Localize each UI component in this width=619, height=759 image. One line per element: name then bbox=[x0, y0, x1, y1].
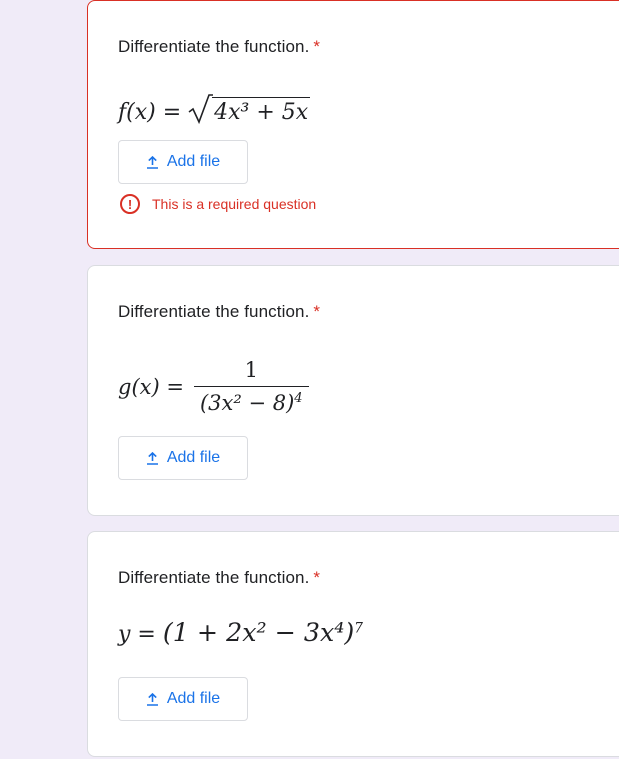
upload-icon bbox=[146, 692, 158, 706]
math-formula: f(x) = 4x³ + 5x bbox=[118, 93, 311, 125]
fraction-numerator: 1 bbox=[244, 358, 258, 382]
upload-icon bbox=[146, 155, 158, 169]
required-asterisk: * bbox=[313, 37, 321, 56]
add-file-label: Add file bbox=[166, 153, 221, 170]
question-card-2: Differentiate the function. * g(x) = 1 (3… bbox=[87, 265, 619, 516]
upload-icon bbox=[146, 451, 158, 465]
question-title: Differentiate the function. * bbox=[118, 568, 321, 587]
question-card-3: Differentiate the function. * y = (1 + 2x… bbox=[87, 531, 619, 757]
math-formula: g(x) = 1 (3x² − 8)4 bbox=[118, 358, 309, 415]
sqrt-radicand: 4x³ + 5x bbox=[212, 97, 311, 125]
add-file-button[interactable]: Add file bbox=[118, 436, 248, 480]
error-circle-icon: ! bbox=[120, 194, 140, 214]
add-file-label: Add file bbox=[166, 690, 221, 707]
formula-base: (1 + 2x² − 3x⁴) bbox=[162, 618, 355, 647]
add-file-label: Add file bbox=[166, 449, 221, 466]
sqrt-sign-icon bbox=[188, 94, 214, 125]
formula-lhs: g(x) = bbox=[118, 374, 184, 399]
error-text: This is a required question bbox=[152, 196, 317, 212]
formula-lhs: f(x) = bbox=[118, 100, 182, 125]
error-message: ! This is a required question bbox=[120, 194, 316, 214]
formula-lhs: y = bbox=[118, 622, 156, 647]
required-asterisk: * bbox=[313, 302, 321, 321]
formula-exponent: 7 bbox=[354, 620, 363, 637]
question-title: Differentiate the function. * bbox=[118, 302, 321, 321]
add-file-button[interactable]: Add file bbox=[118, 140, 248, 184]
required-asterisk: * bbox=[313, 568, 321, 587]
question-card-1: Differentiate the function. * f(x) = 4x³ … bbox=[87, 0, 619, 249]
fraction-denominator: (3x² − 8)4 bbox=[193, 386, 309, 415]
fraction: 1 (3x² − 8)4 bbox=[193, 358, 309, 415]
add-file-button[interactable]: Add file bbox=[118, 677, 248, 721]
question-title: Differentiate the function. * bbox=[118, 37, 321, 56]
math-formula: y = (1 + 2x² − 3x⁴)7 bbox=[118, 618, 363, 647]
